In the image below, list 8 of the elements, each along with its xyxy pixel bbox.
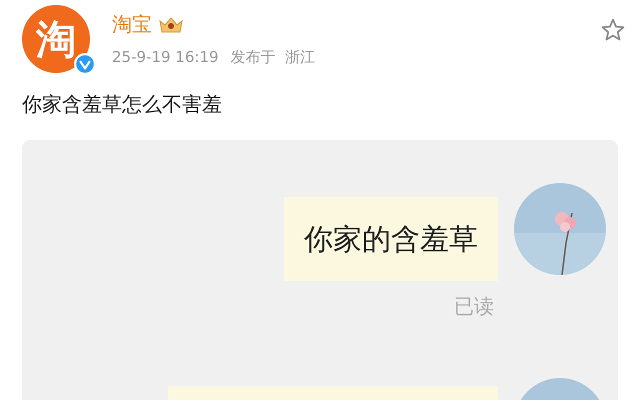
message-bubble: 你家的含羞草: [284, 197, 498, 281]
post-location: 发布于 浙江: [230, 48, 316, 67]
author-name[interactable]: 淘宝: [112, 11, 152, 38]
logo-avatar[interactable]: 淘: [22, 5, 90, 73]
post-text: 你家含羞草怎么不害羞: [22, 91, 223, 118]
post-time: 25-9-19 16:19: [112, 48, 219, 67]
star-icon[interactable]: [600, 17, 626, 43]
read-status: 已读: [454, 293, 494, 320]
